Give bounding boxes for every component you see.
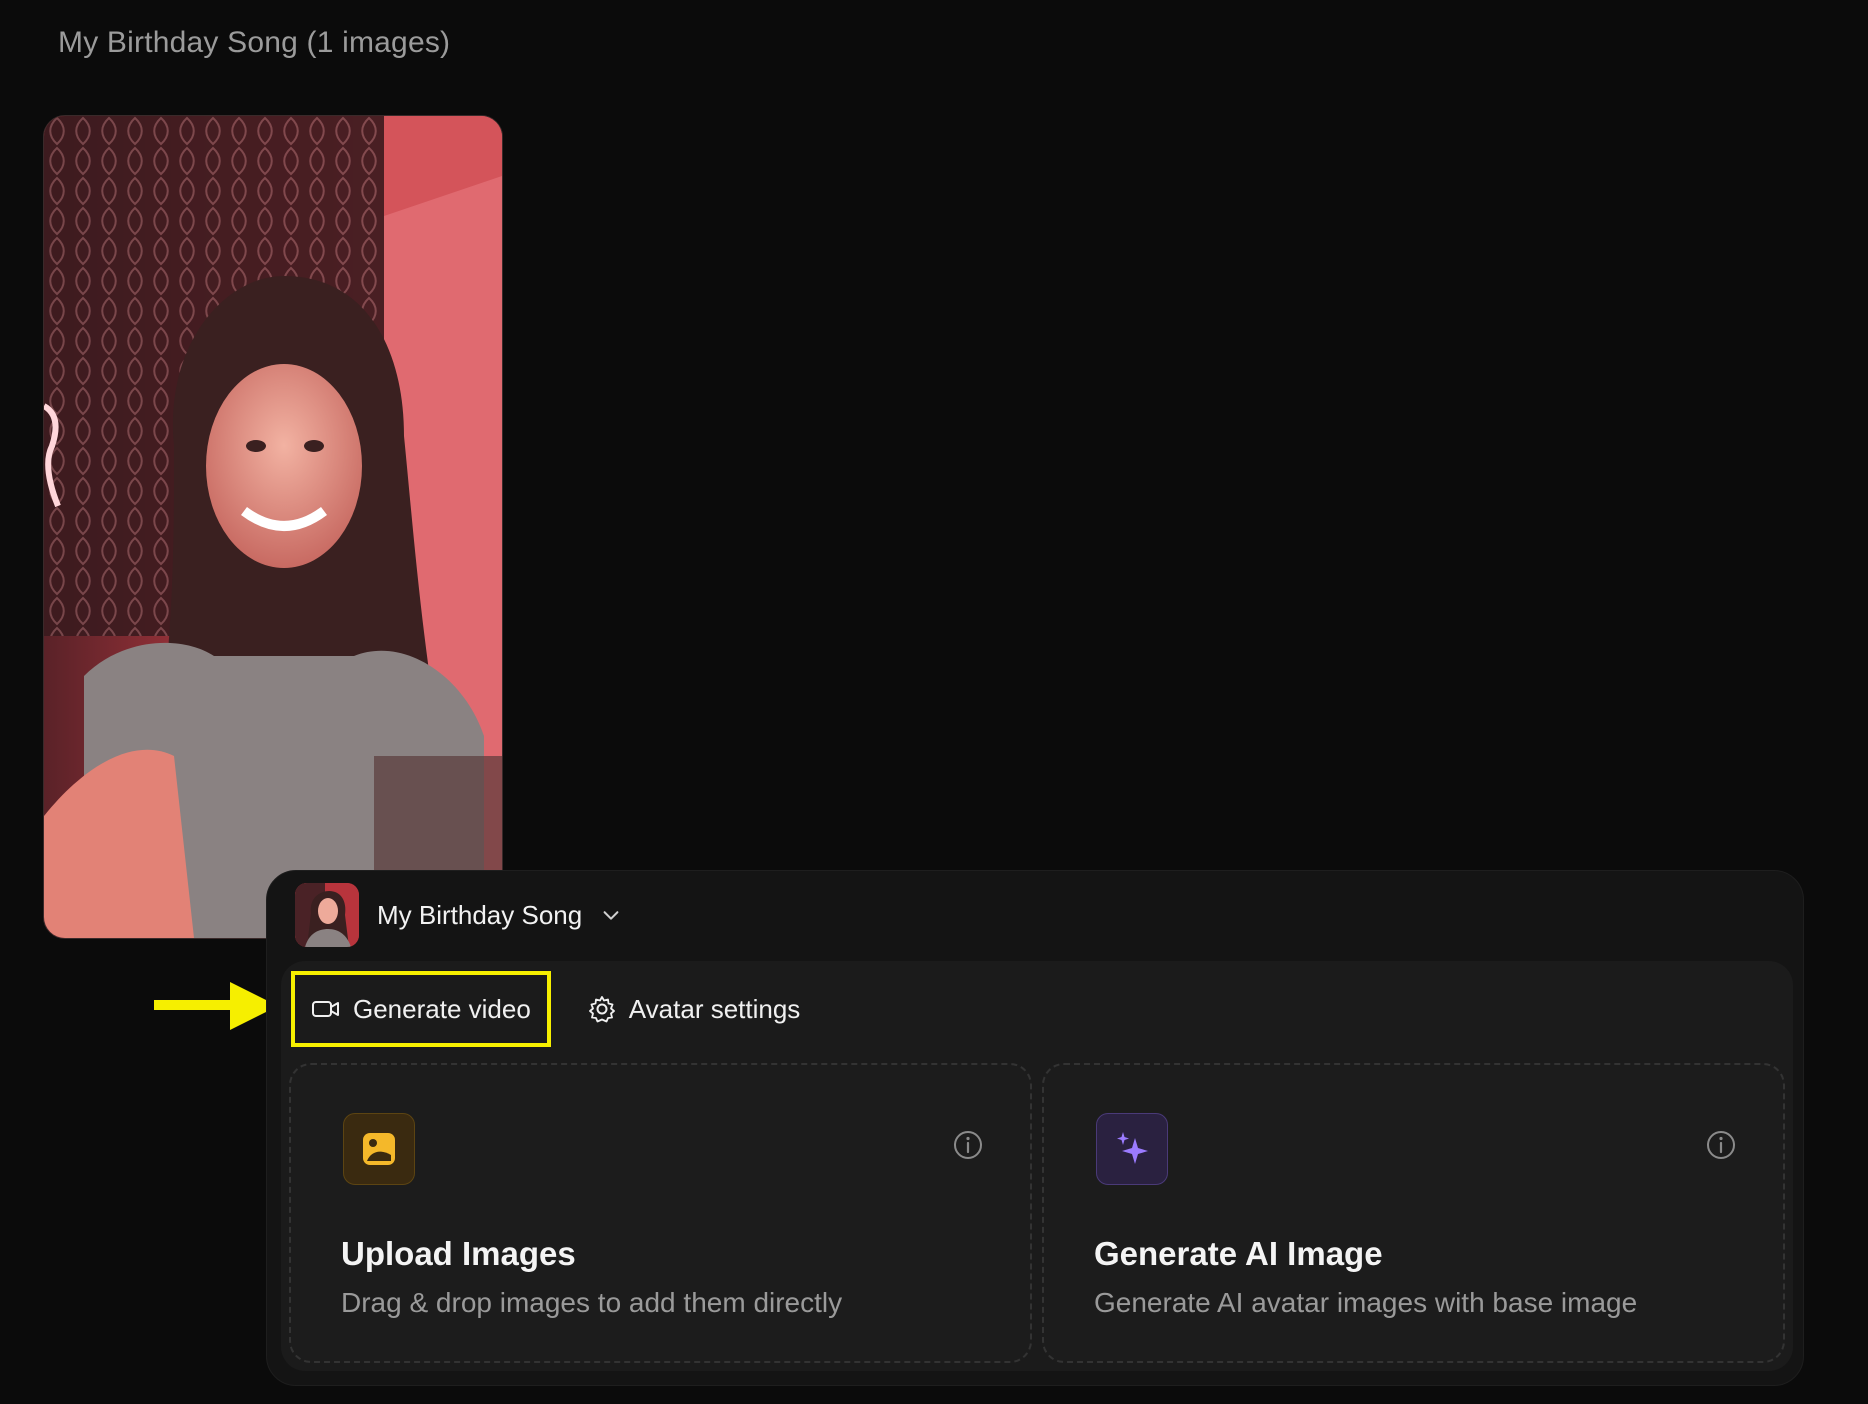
sparkle-icon bbox=[1096, 1113, 1168, 1185]
action-tabs: Generate video Avatar settings bbox=[291, 969, 816, 1049]
image-upload-icon bbox=[343, 1113, 415, 1185]
chevron-down-icon bbox=[603, 911, 619, 920]
video-camera-icon bbox=[312, 1001, 339, 1017]
avatar-settings-button[interactable]: Avatar settings bbox=[571, 971, 817, 1047]
avatar-photo-image bbox=[44, 116, 502, 938]
avatar-settings-label: Avatar settings bbox=[628, 993, 801, 1024]
gear-icon bbox=[588, 996, 615, 1023]
option-cards: Upload Images Drag & drop images to add … bbox=[289, 1063, 1785, 1363]
avatar-actions-panel: Generate video Avatar settings Upload Im… bbox=[281, 961, 1793, 1371]
upload-images-title: Upload Images bbox=[341, 1235, 576, 1272]
upload-images-card[interactable]: Upload Images Drag & drop images to add … bbox=[289, 1063, 1032, 1363]
avatar-selector[interactable]: My Birthday Song bbox=[295, 883, 622, 947]
info-icon[interactable] bbox=[1705, 1129, 1737, 1161]
generate-ai-image-card[interactable]: Generate AI Image Generate AI avatar ima… bbox=[1042, 1063, 1785, 1363]
avatar-name: My Birthday Song bbox=[377, 899, 583, 930]
annotation-arrow bbox=[154, 982, 278, 1030]
info-icon[interactable] bbox=[952, 1129, 984, 1161]
generate-ai-image-description: Generate AI avatar images with base imag… bbox=[1094, 1287, 1638, 1318]
avatar-panel: My Birthday Song Generate video Avatar s… bbox=[266, 870, 1804, 1386]
generate-video-button[interactable]: Generate video bbox=[291, 971, 551, 1047]
avatar-photo[interactable] bbox=[43, 115, 503, 939]
generate-video-label: Generate video bbox=[353, 993, 531, 1024]
generate-ai-image-title: Generate AI Image bbox=[1094, 1235, 1383, 1272]
avatar-thumbnail bbox=[295, 883, 359, 947]
upload-images-description: Drag & drop images to add them directly bbox=[341, 1287, 843, 1318]
page-title: My Birthday Song (1 images) bbox=[58, 26, 451, 59]
